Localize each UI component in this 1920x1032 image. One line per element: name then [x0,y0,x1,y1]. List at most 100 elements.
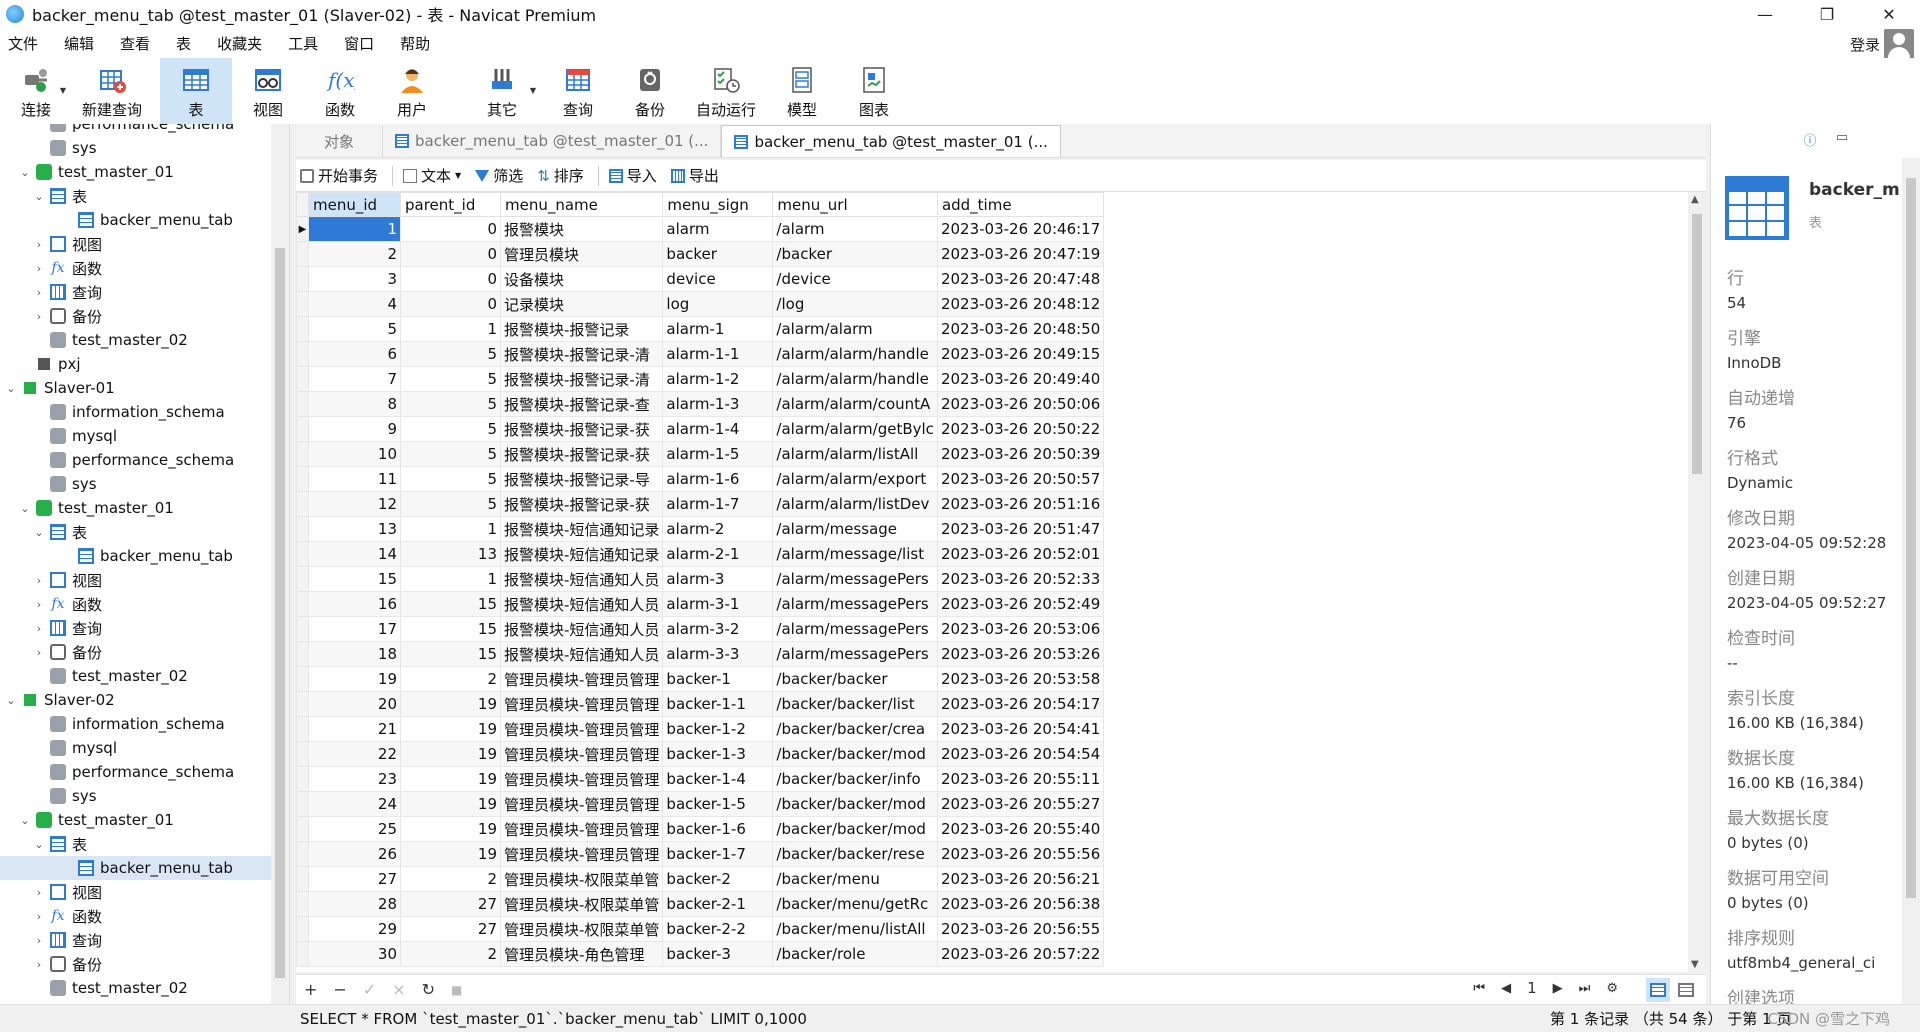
table-row[interactable]: 19 2 管理员模块-管理员管理 backer-1/backer/backer 2023… [296,666,1105,692]
table-row[interactable]: 10 5 报警模块-报警记录-获 alarm-1-5/alarm/alarm/list… [296,441,1105,467]
toolbar-backup-button[interactable]: 备份 [614,58,686,124]
cell-add-time[interactable]: 2023-03-26 20:51:16 [936,491,1105,517]
chevron-right-icon[interactable]: › [32,934,46,947]
cell-menu-url[interactable]: /backer/backer/rese [772,841,938,867]
row-indicator[interactable] [296,441,309,467]
tree-item[interactable]: ⌄ 表 [0,184,272,208]
cell-add-time[interactable]: 2023-03-26 20:46:17 [936,216,1105,242]
cell-menu-url[interactable]: /alarm/messagePers [772,616,938,642]
cell-parent-id[interactable]: 0 [400,241,501,267]
cell-add-time[interactable]: 2023-03-26 20:55:56 [936,841,1105,867]
tree-item[interactable]: performance_schema [0,760,272,784]
cell-menu-name[interactable]: 管理员模块-管理员管理 [499,766,664,792]
tree-item[interactable]: sys [0,472,272,496]
cell-menu-name[interactable]: 报警模块-报警记录 [499,316,664,342]
cell-menu-id[interactable]: 11 [308,466,401,492]
tree-item[interactable]: information_schema [0,712,272,736]
cell-menu-id[interactable]: 23 [308,766,401,792]
cell-menu-url[interactable]: /backer/backer/list [772,691,938,717]
tree-item[interactable]: › 查询 [0,280,272,304]
cell-menu-id[interactable]: 27 [308,866,401,892]
cell-menu-url[interactable]: /alarm/alarm/listDev [772,491,938,517]
row-indicator[interactable] [296,691,309,717]
cell-menu-sign[interactable]: alarm-1-1 [662,341,774,367]
text-button[interactable]: 文本 ▼ [403,165,461,186]
tree-item[interactable]: › 备份 [0,640,272,664]
caret-down-icon[interactable]: ▼ [530,86,536,95]
cell-menu-sign[interactable]: alarm [662,216,774,242]
prev-page-button[interactable]: ◀ [1501,981,1511,996]
chevron-right-icon[interactable]: › [32,646,46,659]
cell-menu-sign[interactable]: backer [662,241,774,267]
chevron-down-icon[interactable]: ⌄ [32,526,46,539]
filter-button[interactable]: 筛选 [475,165,523,186]
cell-parent-id[interactable]: 1 [400,566,501,592]
table-row[interactable]: ▶ 1 0 报警模块 alarm/alarm 2023-03-26 20:46:17 [296,216,1105,242]
row-indicator[interactable] [296,841,309,867]
caret-down-icon[interactable]: ▼ [60,86,66,95]
cell-menu-url[interactable]: /backer [772,241,938,267]
cell-menu-url[interactable]: /alarm/messagePers [772,641,938,667]
cell-parent-id[interactable]: 5 [400,466,501,492]
cell-add-time[interactable]: 2023-03-26 20:56:55 [936,916,1105,942]
row-indicator[interactable] [296,641,309,667]
last-page-button[interactable]: ⏭ [1579,981,1591,996]
cell-menu-name[interactable]: 管理员模块-管理员管理 [499,716,664,742]
chevron-right-icon[interactable]: › [32,958,46,971]
table-row[interactable]: 9 5 报警模块-报警记录-获 alarm-1-4/alarm/alarm/getBy… [296,416,1105,442]
table-row[interactable]: 14 13 报警模块-短信通知记录 alarm-2-1/alarm/message/l… [296,541,1105,567]
cell-add-time[interactable]: 2023-03-26 20:50:57 [936,466,1105,492]
chevron-down-icon[interactable]: ⌄ [4,694,18,707]
cell-menu-name[interactable]: 报警模块-报警记录-清 [499,341,664,367]
cell-menu-sign[interactable]: backer-2-1 [662,891,774,917]
scroll-down-arrow-icon[interactable]: ▼ [1691,959,1699,970]
table-row[interactable]: 29 27 管理员模块-权限菜单管 backer-2-2/backer/menu/li… [296,916,1105,942]
chevron-down-icon[interactable]: ⌄ [32,190,46,203]
cell-menu-id[interactable]: 9 [308,416,401,442]
cell-add-time[interactable]: 2023-03-26 20:52:33 [936,566,1105,592]
cell-menu-url[interactable]: /backer/menu/listAll [772,916,938,942]
cell-add-time[interactable]: 2023-03-26 20:50:06 [936,391,1105,417]
row-indicator[interactable] [296,291,309,317]
cell-menu-sign[interactable]: device [662,266,774,292]
grid-view-button[interactable] [1646,978,1670,1002]
export-button[interactable]: 导出 [670,165,719,186]
row-indicator[interactable] [296,566,309,592]
cell-add-time[interactable]: 2023-03-26 20:54:54 [936,741,1105,767]
chevron-down-icon[interactable]: ⌄ [18,502,32,515]
column-header-parent-id[interactable]: parent_id [400,192,501,217]
toolbar-user-button[interactable]: 用户 [376,58,448,124]
cell-menu-name[interactable]: 报警模块 [499,216,664,242]
tree-item[interactable]: › fx 函数 [0,256,272,280]
cell-add-time[interactable]: 2023-03-26 20:56:21 [936,866,1105,892]
chevron-down-icon[interactable]: ⌄ [4,382,18,395]
cell-add-time[interactable]: 2023-03-26 20:57:22 [936,941,1105,967]
cell-menu-name[interactable]: 报警模块-报警记录-获 [499,441,664,467]
menu-view[interactable]: 查看 [112,33,162,54]
row-indicator[interactable] [296,316,309,342]
tree-item[interactable]: performance_schema [0,448,272,472]
cell-add-time[interactable]: 2023-03-26 20:48:12 [936,291,1105,317]
row-indicator[interactable] [296,391,309,417]
table-row[interactable]: 30 2 管理员模块-角色管理 backer-3/backer/role 2023-03… [296,941,1105,967]
cell-parent-id[interactable]: 0 [400,266,501,292]
cell-menu-name[interactable]: 报警模块-报警记录-导 [499,466,664,492]
cell-menu-name[interactable]: 报警模块-短信通知人员 [499,591,664,617]
cell-menu-id[interactable]: 18 [308,641,401,667]
discard-changes-button[interactable]: × [392,980,405,999]
cell-menu-name[interactable]: 报警模块-短信通知记录 [499,516,664,542]
cell-parent-id[interactable]: 5 [400,416,501,442]
tree-item[interactable]: › 备份 [0,304,272,328]
cell-add-time[interactable]: 2023-03-26 20:50:39 [936,441,1105,467]
cell-menu-sign[interactable]: backer-2-2 [662,916,774,942]
tree-item[interactable]: performance_schema [0,124,272,136]
chevron-down-icon[interactable]: ⌄ [18,814,32,827]
cell-menu-sign[interactable]: backer-1-3 [662,741,774,767]
ddl-icon[interactable]: ▭ [1833,130,1851,148]
tree-item[interactable]: backer_menu_tab [0,856,272,880]
cell-menu-sign[interactable]: alarm-1-3 [662,391,774,417]
menu-help[interactable]: 帮助 [392,33,442,54]
row-indicator[interactable] [296,666,309,692]
cell-menu-id[interactable]: 19 [308,666,401,692]
cell-menu-sign[interactable]: alarm-3-2 [662,616,774,642]
